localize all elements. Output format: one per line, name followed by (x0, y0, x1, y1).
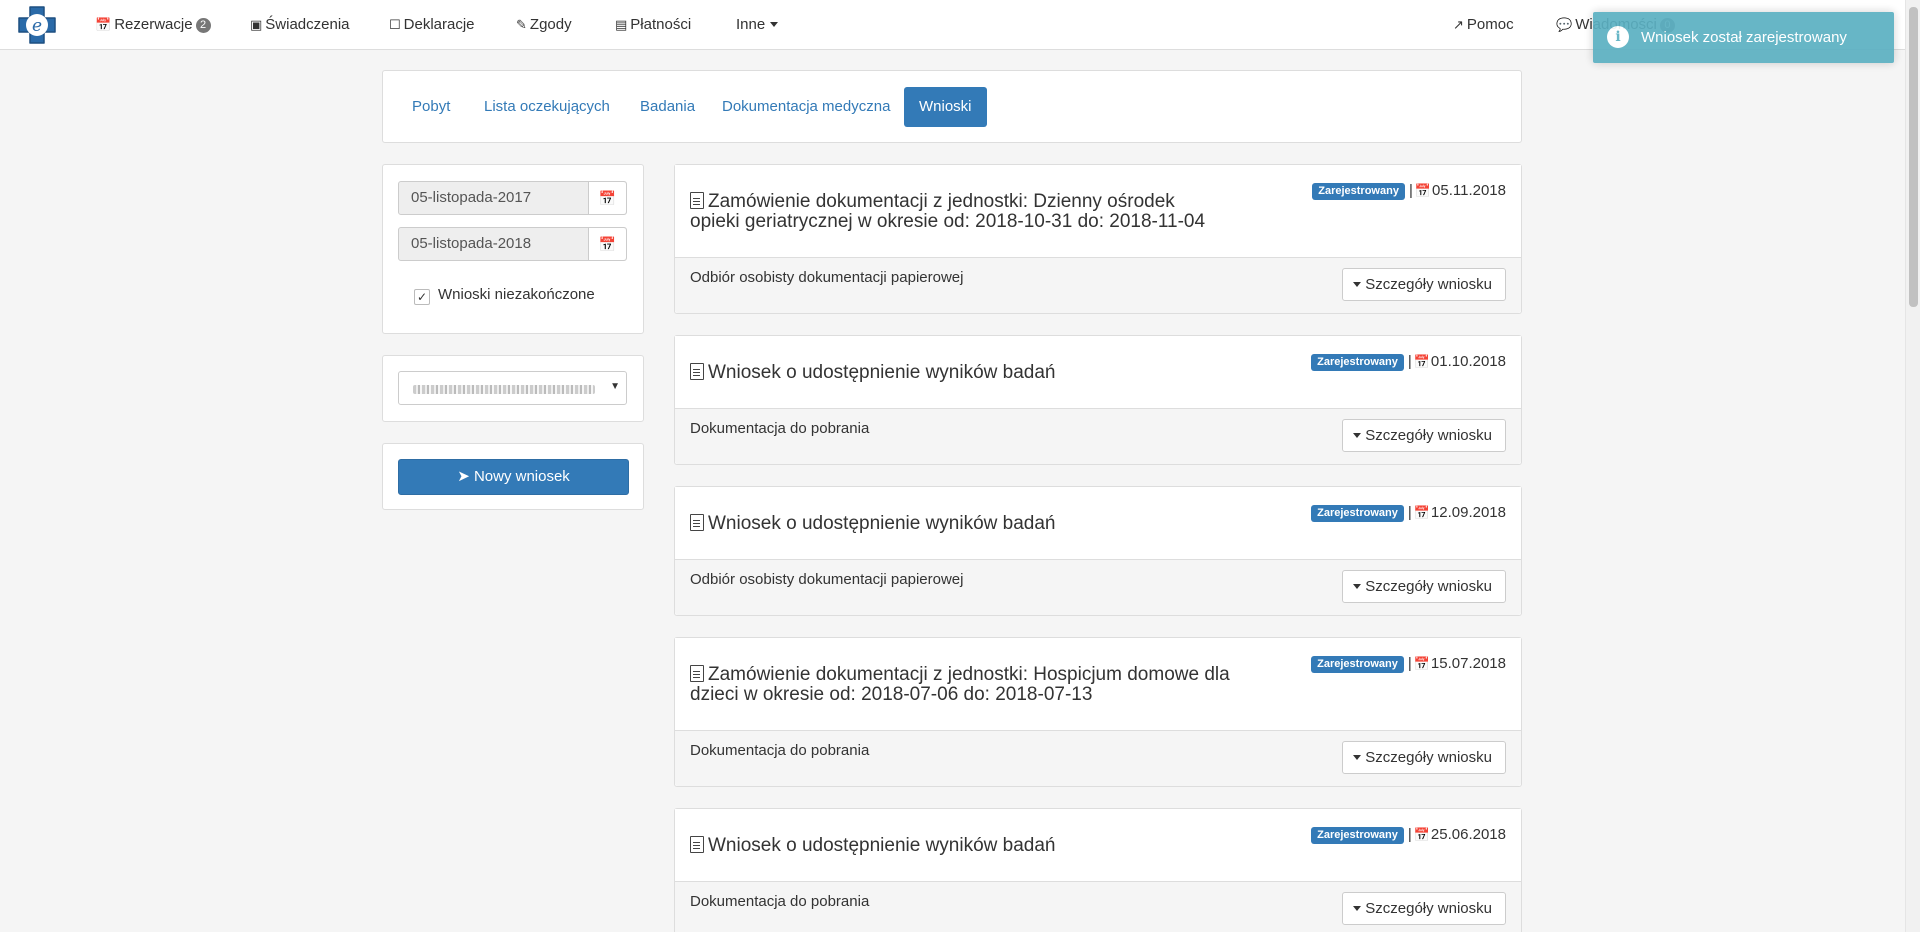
nav-zgody[interactable]: ✎ Zgody (516, 0, 572, 50)
request-details-button[interactable]: Szczegóły wniosku (1342, 419, 1506, 452)
request-meta: Zarejestrowany | 📅05.11.2018 (1312, 181, 1506, 201)
request-meta: Zarejestrowany | 📅25.06.2018 (1311, 825, 1506, 845)
status-badge: Zarejestrowany (1311, 505, 1404, 522)
nav-platnosci[interactable]: ▤ Płatności (615, 0, 691, 50)
calendar-icon: 📅 (1413, 354, 1430, 369)
chevron-down-icon (770, 22, 779, 27)
request-title: Zamówienie dokumentacji z jednostki: Dzi… (690, 191, 1206, 232)
info-icon: i (1607, 26, 1629, 48)
request-description: Dokumentacja do pobrania (690, 420, 870, 437)
request-description: Odbiór osobisty dokumentacji papierowej (690, 571, 964, 588)
request-title: Wniosek o udostępnienie wyników badań (690, 514, 1230, 534)
request-details-button[interactable]: Szczegóły wniosku (1342, 570, 1506, 603)
unfinished-checkbox[interactable]: ✓ (414, 289, 430, 305)
document-icon (690, 363, 704, 380)
external-link-icon: ↗ (1453, 17, 1464, 32)
request-description: Dokumentacja do pobrania (690, 742, 870, 759)
nav-rezerwacje[interactable]: 📅 Rezerwacje 2 (95, 0, 211, 50)
caret-down-icon (1353, 433, 1362, 438)
section-tabs: Pobyt Lista oczekujących Badania Dokumen… (382, 70, 1522, 143)
medkit-icon: ▣ (250, 17, 263, 32)
edit-icon: ✎ (516, 17, 527, 32)
tab-badania[interactable]: Badania (625, 87, 710, 127)
tab-dokumentacja-medyczna[interactable]: Dokumentacja medyczna (707, 87, 905, 127)
request-title: Wniosek o udostępnienie wyników badań (690, 363, 1230, 383)
request-description: Odbiór osobisty dokumentacji papierowej (690, 269, 964, 286)
tab-lista-oczekujacych[interactable]: Lista oczekujących (469, 87, 625, 127)
date-from-field[interactable]: 05-listopada-2017 📅 (398, 181, 627, 215)
toast-notification[interactable]: i Wniosek został zarejestrowany (1593, 12, 1894, 63)
status-badge: Zarejestrowany (1312, 183, 1405, 200)
status-badge: Zarejestrowany (1311, 354, 1404, 371)
request-title: Zamówienie dokumentacji z jednostki: Hos… (690, 664, 1230, 705)
request-title: Wniosek o udostępnienie wyników badań (690, 836, 1230, 856)
reservation-count-badge: 2 (195, 18, 211, 33)
file-icon: ☐ (389, 17, 401, 32)
status-badge: Zarejestrowany (1311, 656, 1404, 673)
calendar-icon[interactable]: 📅 (588, 182, 626, 214)
credit-card-icon: ▤ (615, 17, 628, 32)
request-card: Zamówienie dokumentacji z jednostki: Dzi… (674, 164, 1522, 314)
request-card: Wniosek o udostępnienie wyników badań Za… (674, 335, 1522, 465)
document-icon (690, 514, 704, 531)
scrollbar-thumb[interactable] (1909, 7, 1918, 307)
status-badge: Zarejestrowany (1311, 827, 1404, 844)
request-details-button[interactable]: Szczegóły wniosku (1342, 741, 1506, 774)
calendar-icon: 📅 (95, 17, 112, 32)
calendar-icon: 📅 (1413, 656, 1430, 671)
nav-inne-dropdown[interactable]: Inne (736, 0, 779, 50)
redacted-patient-name (413, 385, 595, 394)
document-icon (690, 836, 704, 853)
unfinished-filter[interactable]: ✓ Wnioski niezakończone (414, 285, 595, 305)
comments-icon: 💬 (1556, 17, 1573, 32)
calendar-icon: 📅 (1413, 505, 1430, 520)
tab-pobyt[interactable]: Pobyt (397, 87, 465, 127)
calendar-icon: 📅 (1414, 183, 1432, 198)
document-icon (690, 665, 704, 682)
chevron-down-icon: ▼ (610, 381, 620, 392)
request-card: Wniosek o udostępnienie wyników badań Za… (674, 808, 1522, 932)
request-card: Wniosek o udostępnienie wyników badań Za… (674, 486, 1522, 616)
calendar-icon: 📅 (1413, 827, 1430, 842)
tab-wnioski[interactable]: Wnioski (904, 87, 987, 127)
request-description: Dokumentacja do pobrania (690, 893, 870, 910)
patient-select[interactable]: ▼ (398, 371, 627, 405)
svg-text:e: e (32, 16, 42, 36)
app-logo[interactable]: e (17, 5, 57, 45)
nav-swiadczenia[interactable]: ▣ Świadczenia (250, 0, 350, 50)
patient-select-panel: ▼ (382, 355, 644, 422)
request-meta: Zarejestrowany | 📅01.10.2018 (1311, 352, 1506, 372)
date-to-field[interactable]: 05-listopada-2018 📅 (398, 227, 627, 261)
new-request-button[interactable]: ➤ Nowy wniosek (398, 459, 629, 495)
send-icon: ➤ (457, 468, 470, 485)
request-meta: Zarejestrowany | 📅12.09.2018 (1311, 503, 1506, 523)
request-details-button[interactable]: Szczegóły wniosku (1342, 268, 1506, 301)
nav-pomoc[interactable]: ↗ Pomoc (1453, 0, 1514, 50)
calendar-icon[interactable]: 📅 (588, 228, 626, 260)
caret-down-icon (1353, 755, 1362, 760)
unfinished-label: Wnioski niezakończone (438, 286, 595, 303)
nav-deklaracje[interactable]: ☐ Deklaracje (389, 0, 475, 50)
new-request-panel: ➤ Nowy wniosek (382, 443, 644, 510)
filter-panel: 05-listopada-2017 📅 05-listopada-2018 📅 … (382, 164, 644, 334)
caret-down-icon (1353, 906, 1362, 911)
request-meta: Zarejestrowany | 📅15.07.2018 (1311, 654, 1506, 674)
document-icon (690, 192, 704, 209)
caret-down-icon (1353, 584, 1362, 589)
request-card: Zamówienie dokumentacji z jednostki: Hos… (674, 637, 1522, 787)
request-details-button[interactable]: Szczegóły wniosku (1342, 892, 1506, 925)
toast-message: Wniosek został zarejestrowany (1641, 29, 1847, 46)
page-scrollbar[interactable] (1905, 0, 1920, 932)
caret-down-icon (1353, 282, 1362, 287)
